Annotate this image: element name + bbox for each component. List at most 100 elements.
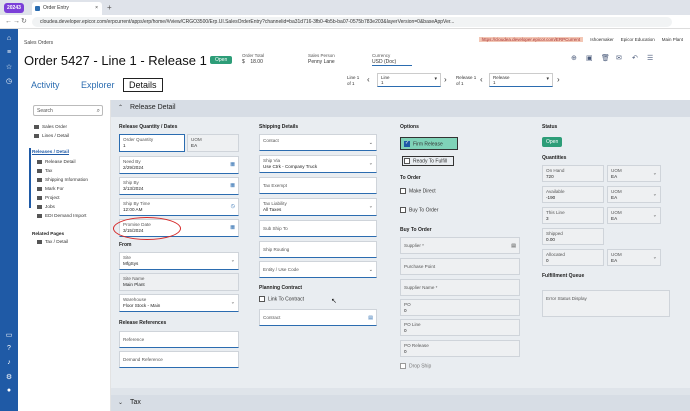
help-icon[interactable]: ? [4,345,14,352]
search-record-icon[interactable]: ▤ [511,240,516,252]
this-line-uom-select[interactable]: UOM EA ⌄ [607,207,661,224]
tax-section-header[interactable]: ⌄ Tax [111,395,690,411]
search-icon[interactable]: ⌕ [97,106,100,116]
favorites-icon[interactable]: ☆ [4,63,14,71]
add-icon[interactable]: ⊕ [571,54,577,62]
reload-icon[interactable]: ↻ [21,17,27,27]
save-icon[interactable]: ▣ [586,54,593,62]
chevron-down-icon: ⌄ [118,400,124,406]
contact-placeholder: Contact [263,138,279,143]
release-prev-icon[interactable]: ‹ [480,75,483,84]
available-uom-select[interactable]: UOM EA ⌄ [607,186,661,203]
tax-exempt-field[interactable]: Tax Exempt [259,177,377,194]
sidebar-item-jobs[interactable]: Jobs [37,204,55,209]
release-next-icon[interactable]: › [557,75,560,84]
search-input[interactable]: Search ⌕ [33,105,103,116]
ship-by-time-field[interactable]: Ship By Time 12:00 AM ◷ [119,198,239,216]
sidebar-item-lines-detail[interactable]: Lines / Detail [34,133,69,138]
checkbox-box [400,363,406,369]
allocated-uom-select[interactable]: UOM EA ⌄ [607,249,661,266]
sidebar-item-project[interactable]: Project [37,195,60,200]
ready-to-fulfill-checkbox[interactable]: Ready To Fulfill [402,156,455,167]
contract-field[interactable]: Contract ▤ [259,309,377,326]
demand-reference-field[interactable]: Demand Reference [119,351,239,368]
delete-icon[interactable]: 🗑 [601,54,610,62]
line-next-icon[interactable]: › [444,75,447,84]
sidebar-item-label: Jobs [45,204,55,209]
firm-release-checkbox[interactable]: Firm Release [400,137,458,150]
supplier-name-field[interactable]: Supplier Name * [400,279,520,296]
buy-to-order-checkbox[interactable]: Buy To Order [400,207,438,213]
sidebar-item-releases-detail[interactable]: Releases / Detail [32,149,69,154]
order-quantity-field[interactable]: Order Quantity 1 [119,134,185,152]
on-hand-value: 720 [546,173,554,179]
chat-icon[interactable]: ▭ [4,331,14,339]
po-line-field[interactable]: PO Line 0 [400,319,520,336]
menu-icon[interactable]: ≡ [4,49,14,56]
calendar-icon[interactable]: ▦ [230,225,235,231]
line-select[interactable]: Line 1 ▾ [377,73,441,87]
tab-group-label[interactable]: 20243 [4,3,24,13]
tab-details[interactable]: Details [123,78,163,92]
ship-by-date-field[interactable]: Ship By 3/13/2024 ▦ [119,177,239,195]
search-record-icon[interactable]: ▤ [368,312,373,324]
make-direct-checkbox[interactable]: Make Direct [400,188,436,194]
tax-liability-select[interactable]: Tax Liability All Taxes ⌄ [259,198,377,216]
overflow-menu-icon[interactable]: ☰ [647,54,653,62]
home-icon[interactable]: ⌂ [4,35,14,42]
browser-tab[interactable]: Order Entry × [32,2,102,15]
release-select[interactable]: Release 1 ▾ [489,73,553,87]
site-select[interactable]: Site MfgSys ⌄ [119,252,239,270]
ship-routing-field[interactable]: Ship Routing [259,241,377,258]
sidebar-item-release-detail[interactable]: Release Detail [37,159,76,164]
undo-icon[interactable]: ↶ [632,54,638,62]
settings-icon[interactable]: ⚙ [4,373,14,381]
reference-field[interactable]: Reference [119,331,239,348]
calendar-icon[interactable]: ▦ [230,183,235,189]
line-prev-icon[interactable]: ‹ [367,75,370,84]
entity-use-code-placeholder: Entity / Use Code [263,267,299,272]
purchase-point-field[interactable]: Purchase Point [400,258,520,275]
on-hand-uom-select[interactable]: UOM EA ⌄ [607,165,661,182]
new-tab-button[interactable]: + [107,2,112,13]
url-field[interactable]: cloudea.developer.epicor.com/erpcurrent/… [32,17,672,27]
sidebar-item-mark-for[interactable]: Mark For [37,186,64,191]
line-select-value: 1 [381,80,384,85]
supplier-field[interactable]: Supplier * ▤ [400,237,520,254]
release-detail-header[interactable]: ⌃ Release Detail [111,100,690,117]
po-field[interactable]: PO 0 [400,299,520,316]
entity-use-code-select[interactable]: Entity / Use Code ⌄ [259,261,377,278]
page-title: Order 5427 - Line 1 - Release 1 [24,53,207,68]
notifications-icon[interactable]: ♪ [4,359,14,366]
sub-ship-to-placeholder: Sub Ship To [263,226,288,231]
link-to-contract-checkbox[interactable]: Link To Contract [259,296,304,302]
tab-activity[interactable]: Activity [31,80,60,90]
contact-select[interactable]: Contact ⌄ [259,134,377,151]
need-by-date-field[interactable]: Need By 2/29/2024 ▦ [119,156,239,174]
uom-select[interactable]: UOM EA [187,134,239,152]
sidebar-item-tax[interactable]: Tax [37,168,52,173]
drop-ship-checkbox[interactable]: Drop Ship [400,363,431,369]
ship-via-select[interactable]: Ship Via Use Ctrk - Company Truck ⌄ [259,155,377,173]
sidebar-item-sales-order[interactable]: Sales Order [34,124,67,129]
sidebar-item-shipping-information[interactable]: Shipping Information [37,177,88,182]
user-icon[interactable]: ● [4,387,14,394]
calendar-icon[interactable]: ▦ [230,162,235,168]
clock-icon[interactable]: ◷ [231,204,235,210]
recent-icon[interactable]: ◷ [4,77,14,85]
po-release-field[interactable]: PO Release 0 [400,340,520,357]
warehouse-select[interactable]: Warehouse Floor Stock - Main ⌄ [119,294,239,312]
breadcrumb[interactable]: Sales Orders [24,40,53,46]
supplier-placeholder: Supplier * [404,243,424,248]
close-tab-icon[interactable]: × [95,2,98,15]
sub-ship-to-field[interactable]: Sub Ship To [259,220,377,237]
forward-icon[interactable]: → [13,17,20,27]
currency-select[interactable]: Currency USD (Doc) [372,53,412,66]
sidebar-item-tax-detail[interactable]: Tax / Detail [37,239,68,244]
email-icon[interactable]: ✉ [616,54,622,62]
order-total-label: Order Total [242,53,265,58]
back-icon[interactable]: ← [5,17,12,27]
tab-explorer[interactable]: Explorer [81,80,115,90]
mouse-pointer-icon: ↖ [331,298,337,305]
sidebar-item-edi-demand-import[interactable]: EDI Demand Import [37,213,86,218]
